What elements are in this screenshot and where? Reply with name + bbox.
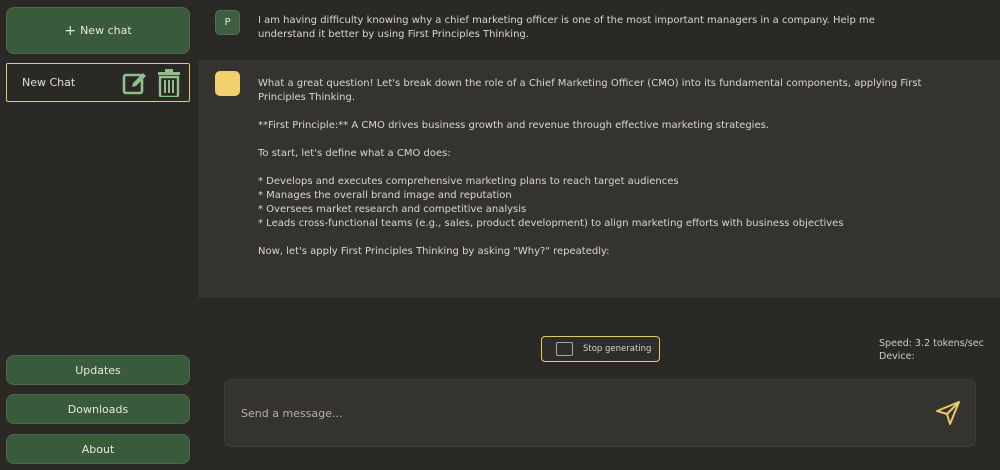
updates-button[interactable]: Updates <box>6 355 190 385</box>
stop-generating-label: Stop generating <box>583 344 652 354</box>
chat-item-label: New Chat <box>22 76 76 89</box>
trash-icon[interactable] <box>155 68 183 97</box>
message-input[interactable] <box>225 380 933 446</box>
stop-icon <box>556 342 573 356</box>
edit-icon[interactable] <box>121 69 149 97</box>
speed-readout: Speed: 3.2 tokens/sec <box>879 338 984 349</box>
send-icon[interactable] <box>933 398 963 428</box>
generation-info: Speed: 3.2 tokens/sec Device: <box>879 337 984 363</box>
about-button[interactable]: About <box>6 434 190 464</box>
plus-icon: + <box>64 22 77 39</box>
device-readout: Device: <box>879 351 915 362</box>
stop-generating-button[interactable]: Stop generating <box>541 336 660 362</box>
new-chat-button[interactable]: + New chat <box>6 7 190 54</box>
user-message-text: I am having difficulty knowing why a chi… <box>258 15 879 40</box>
assistant-avatar <box>215 71 240 96</box>
assistant-message-text: What a great question! Let's break down … <box>258 78 922 257</box>
assistant-message-row: What a great question! Let's break down … <box>198 60 1000 298</box>
user-avatar: P <box>215 10 240 35</box>
chat-list-item[interactable]: New Chat <box>6 63 190 102</box>
new-chat-label: New chat <box>80 24 132 37</box>
sidebar: + New chat New Chat Updates Downloads Ab… <box>0 0 198 470</box>
user-message-row: P I am having difficulty knowing why a c… <box>198 0 1000 60</box>
message-input-box <box>224 379 976 447</box>
downloads-button[interactable]: Downloads <box>6 394 190 424</box>
